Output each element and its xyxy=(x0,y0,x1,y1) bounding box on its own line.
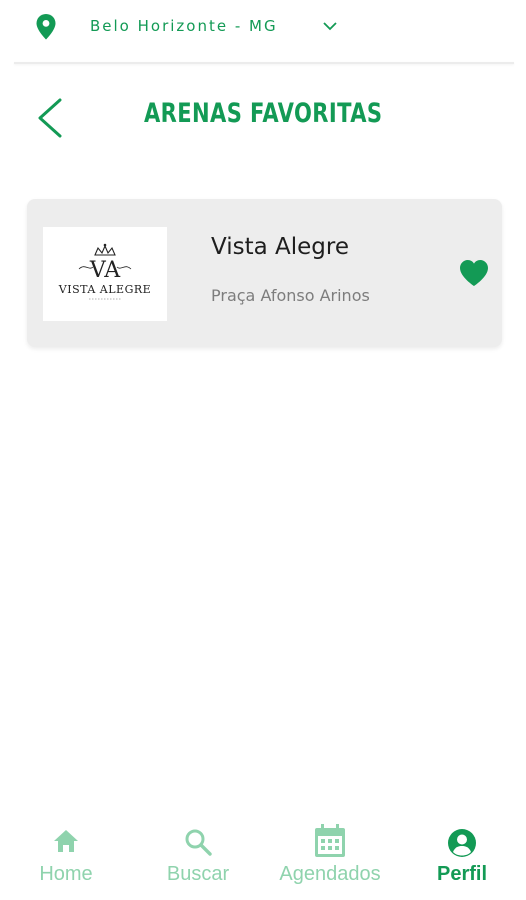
divider xyxy=(14,62,514,64)
logo-monogram: VA xyxy=(89,258,121,283)
arena-name: Vista Alegre xyxy=(211,234,349,260)
nav-home[interactable]: Home xyxy=(11,815,121,895)
favorite-arenas-screen: Belo Horizonte - MG ARENAS FAVORITAS VA … xyxy=(0,0,526,900)
bottom-navigation: Home Buscar Agendados Perfil xyxy=(0,815,526,900)
nav-agendados[interactable]: Agendados xyxy=(275,815,385,895)
home-icon xyxy=(54,830,78,852)
nav-label: Agendados xyxy=(279,863,381,885)
profile-icon xyxy=(448,829,476,857)
location-city: Belo Horizonte - MG xyxy=(90,17,278,35)
location-selector[interactable]: Belo Horizonte - MG xyxy=(0,0,526,56)
arena-card[interactable]: VA VISTA ALEGRE Vista Alegre Praça Afons… xyxy=(27,199,502,347)
calendar-icon xyxy=(315,824,345,857)
map-pin-icon xyxy=(36,14,56,40)
nav-perfil[interactable]: Perfil xyxy=(407,815,517,895)
search-icon xyxy=(185,829,212,856)
nav-label: Home xyxy=(39,863,93,885)
logo-text: VISTA ALEGRE xyxy=(58,283,151,296)
vista-alegre-logo: VA VISTA ALEGRE xyxy=(58,243,151,300)
page-title: ARENAS FAVORITAS xyxy=(143,98,383,129)
chevron-down-icon[interactable] xyxy=(322,18,338,34)
nav-label: Buscar xyxy=(166,863,230,885)
arena-logo: VA VISTA ALEGRE xyxy=(43,227,167,321)
arena-address: Praça Afonso Arinos xyxy=(211,286,370,305)
nav-label: Perfil xyxy=(436,863,488,885)
nav-buscar[interactable]: Buscar xyxy=(143,815,253,895)
heart-icon[interactable] xyxy=(459,259,489,287)
